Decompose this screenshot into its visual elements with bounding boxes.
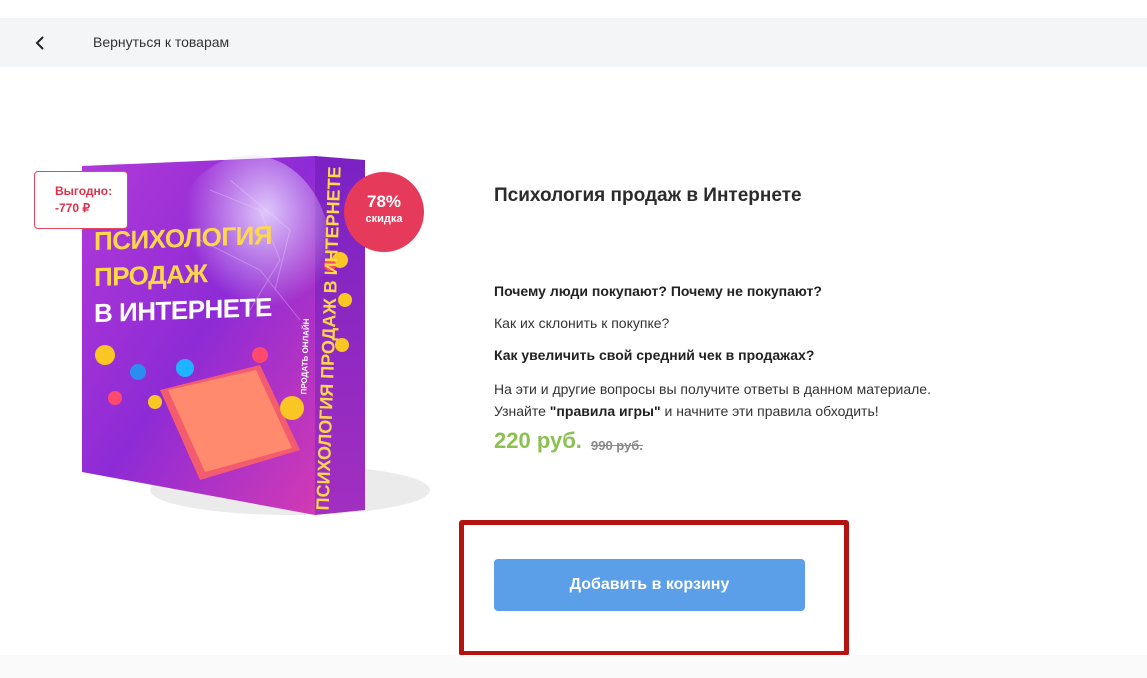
description-question-3: Как увеличить свой средний чек в продажа… [494,347,815,363]
old-price: 990 руб. [591,438,643,453]
chevron-left-icon[interactable] [30,32,50,54]
discount-percent-badge: 78% скидка [344,172,424,252]
description-question-2: Как их склонить к покупке? [494,315,670,331]
product-title: Психология продаж в Интернете [494,185,802,206]
discount-percent: 78% [366,192,402,211]
cover-title: ПСИХОЛОГИЯ ПРОДАЖ В ИНТЕРНЕТЕ [94,219,272,329]
product-description: На эти и другие вопросы вы получите отве… [494,381,931,419]
bottom-strip [0,655,1147,678]
description-question-1: Почему люди покупают? Почему не покупают… [494,283,822,299]
current-price: 220 руб. [494,428,582,453]
back-to-products-link[interactable]: Вернуться к товарам [93,34,229,50]
top-bar: Вернуться к товарам [0,18,1147,67]
discount-word: скидка [365,213,403,225]
add-to-cart-button[interactable]: Добавить в корзину [494,559,805,611]
discount-amount-label: Выгодно: -770 ₽ [34,171,128,229]
